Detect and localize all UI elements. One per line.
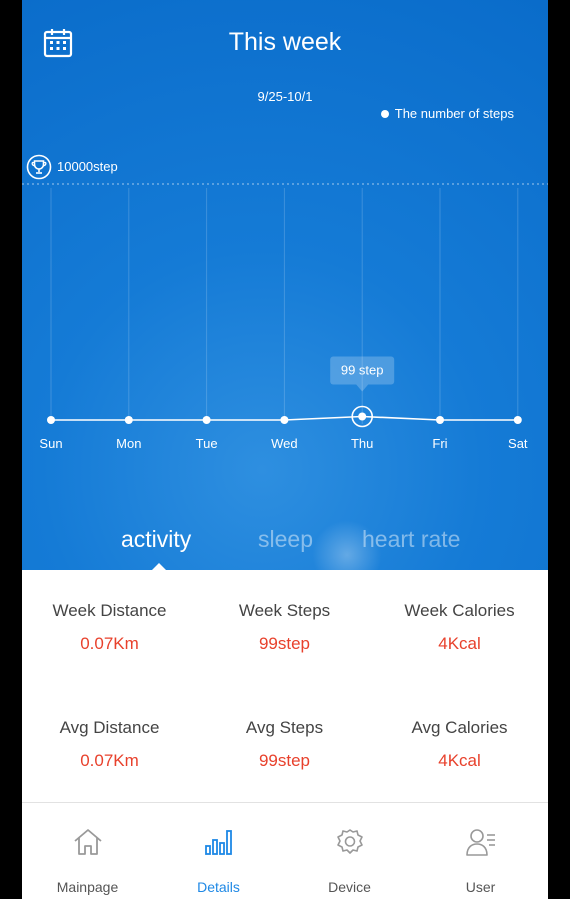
data-point[interactable] [124, 416, 133, 424]
week-steps: Week Steps 99step [197, 601, 372, 654]
stat-value: 0.07Km [80, 634, 139, 653]
week-distance: Week Distance 0.07Km [22, 601, 197, 654]
stat-value: 99step [258, 751, 311, 770]
stat-label: Week Steps [238, 601, 331, 620]
stat-value: 4Kcal [438, 751, 481, 770]
nav-label: Details [197, 879, 240, 895]
nav-mainpage[interactable]: Mainpage [22, 803, 153, 899]
legend-label: The number of steps [394, 106, 514, 121]
x-tick-label: Fri [432, 436, 447, 451]
page-title: This week [228, 28, 342, 56]
tooltip-pointer [356, 384, 369, 392]
stat-value: 0.07Km [80, 751, 139, 770]
app-screen: This week 9/25-10/1 The number of steps … [22, 0, 548, 899]
tab-heart-rate[interactable]: heart rate [362, 526, 460, 553]
user-list-icon [465, 829, 495, 856]
stat-label: Week Distance [52, 601, 167, 620]
bar-chart-icon [204, 830, 232, 855]
nav-label: Device [328, 879, 371, 895]
stat-value: 4Kcal [438, 634, 481, 653]
nav-label: Mainpage [56, 879, 119, 895]
nav-user[interactable]: User [415, 803, 546, 899]
nav-details[interactable]: Details [153, 803, 284, 899]
chart-legend: The number of steps [380, 106, 514, 121]
gear-icon [336, 829, 363, 854]
legend-dot-icon [380, 109, 389, 118]
data-point[interactable] [47, 416, 55, 424]
stat-label: Week Calories [404, 601, 515, 620]
tab-activity[interactable]: activity [121, 526, 191, 553]
data-point[interactable] [358, 412, 367, 421]
bottom-nav: Mainpage Details Device User [22, 802, 548, 899]
x-tick-label: Tue [196, 436, 218, 451]
stat-label: Avg Steps [245, 718, 324, 737]
data-point[interactable] [436, 416, 444, 424]
tooltip-text: 99 step [341, 362, 384, 377]
steps-line-chart: 99 step Sun Mon Tue Wed Thu Fri Sat [22, 183, 548, 451]
home-icon [73, 829, 102, 855]
stats-grid: Week Distance 0.07Km Week Steps 99step W… [22, 570, 548, 802]
avg-steps: Avg Steps 99step [197, 718, 372, 771]
data-point[interactable] [202, 416, 211, 424]
weekly-chart-panel: This week 9/25-10/1 The number of steps … [22, 0, 548, 590]
stat-label: Avg Calories [411, 718, 508, 737]
x-tick-label: Sat [508, 436, 528, 451]
x-tick-label: Sun [39, 436, 62, 451]
x-tick-label: Wed [271, 436, 298, 451]
nav-device[interactable]: Device [284, 803, 415, 899]
data-point[interactable] [280, 416, 289, 424]
data-point[interactable] [513, 416, 522, 424]
nav-label: User [465, 879, 496, 895]
week-calories: Week Calories 4Kcal [372, 601, 547, 654]
avg-distance: Avg Distance 0.07Km [22, 718, 197, 771]
avg-calories: Avg Calories 4Kcal [372, 718, 547, 771]
stat-value: 99step [258, 634, 311, 653]
category-tabs: activity sleep heart rate [22, 526, 548, 570]
date-range: 9/25-10/1 [257, 89, 313, 104]
x-tick-label: Thu [351, 436, 373, 451]
stat-label: Avg Distance [59, 718, 160, 737]
x-tick-label: Mon [116, 436, 141, 451]
tab-sleep[interactable]: sleep [258, 526, 313, 553]
